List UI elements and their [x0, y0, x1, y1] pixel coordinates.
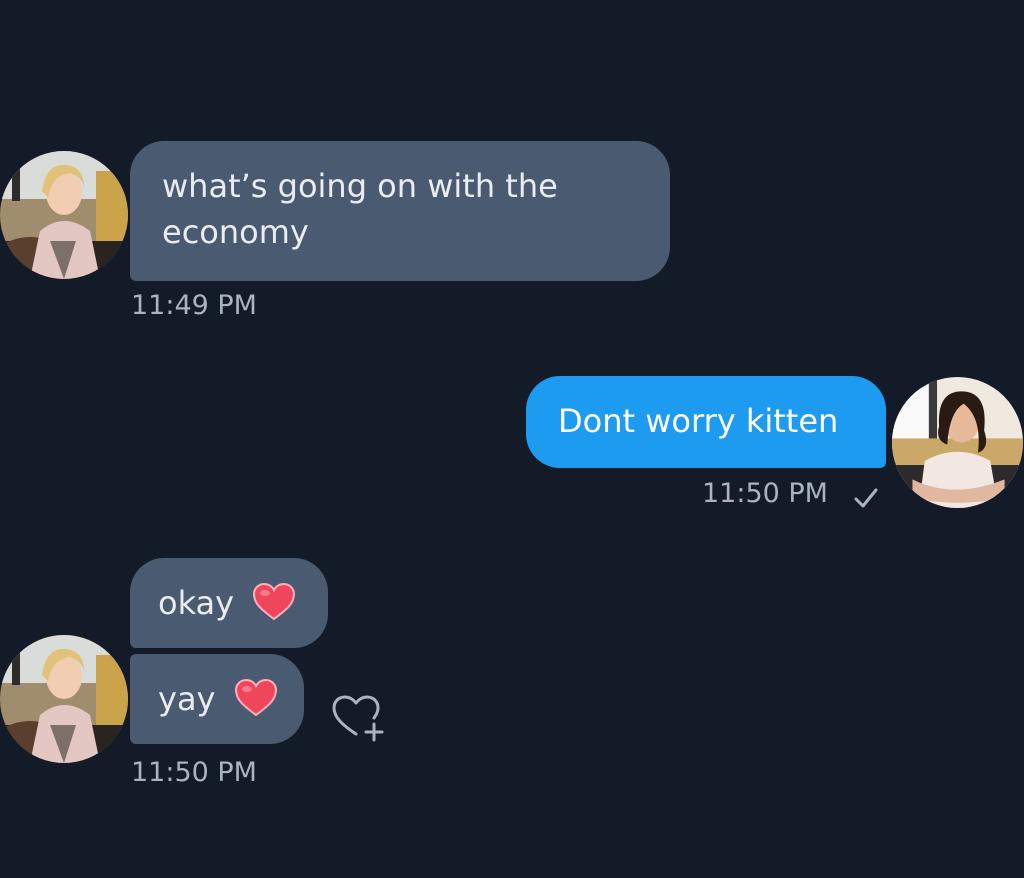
message-timestamp: 11:50 PM: [702, 478, 828, 509]
message-timestamp: 11:50 PM: [131, 757, 257, 788]
message-timestamp: 11:49 PM: [131, 290, 257, 321]
contact-avatar[interactable]: [0, 635, 128, 763]
red-heart-icon: [252, 582, 296, 622]
check-icon: [854, 488, 878, 508]
message-text: what’s going on with the economy: [162, 167, 558, 251]
outgoing-message-bubble[interactable]: Dont worry kitten: [526, 376, 886, 468]
incoming-message-bubble[interactable]: what’s going on with the economy: [130, 141, 670, 281]
red-heart-icon: [234, 678, 278, 718]
incoming-message-bubble[interactable]: okay: [130, 558, 328, 648]
message-text: okay: [158, 584, 235, 622]
heart-plus-icon[interactable]: [328, 688, 388, 744]
incoming-message-bubble[interactable]: yay: [130, 654, 304, 744]
message-text: yay: [158, 680, 216, 718]
contact-avatar[interactable]: [0, 151, 128, 279]
user-avatar[interactable]: [892, 377, 1023, 508]
message-text: Dont worry kitten: [558, 402, 839, 440]
